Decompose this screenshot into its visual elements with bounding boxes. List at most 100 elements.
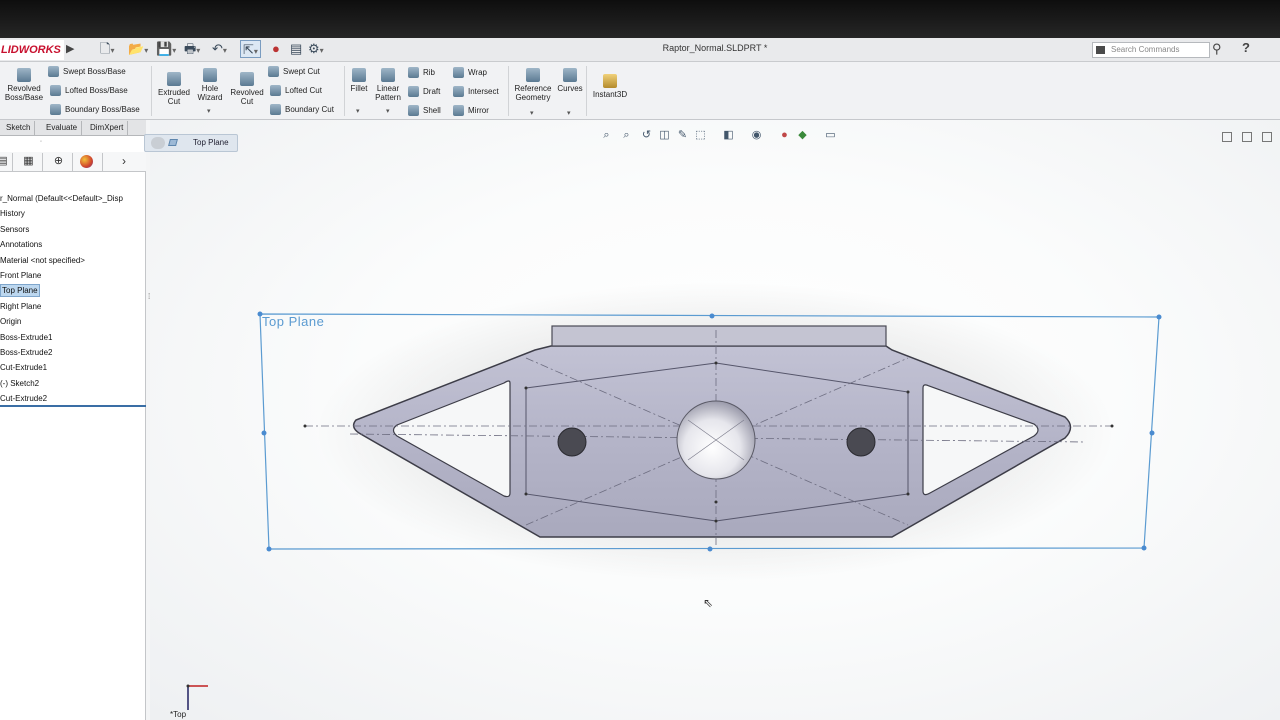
file-properties-icon[interactable]: ▤ (290, 40, 302, 58)
hide-show-items-icon[interactable]: ◉ (750, 128, 763, 142)
boundary-cut-button[interactable]: Boundary Cut (270, 103, 334, 117)
part-breadcrumb-icon (151, 137, 165, 149)
feature-tree-item[interactable]: Cut-Extrude2 (0, 392, 47, 405)
zoom-to-area-icon[interactable]: ⌕ (620, 128, 633, 142)
breadcrumb-label: Top Plane (193, 138, 229, 147)
feature-tree-item[interactable]: Cut-Extrude1 (0, 361, 47, 374)
mouse-cursor-icon: ⇖ (703, 596, 714, 610)
revolved-cut-icon (240, 72, 254, 86)
help-icon[interactable]: ? (1242, 40, 1250, 55)
part-flange[interactable] (551, 325, 887, 347)
save-icon[interactable]: 💾▾ (156, 40, 176, 58)
draft-button[interactable]: Draft (408, 85, 440, 99)
fillet-dropdown-icon[interactable]: ▾ (356, 107, 360, 115)
lofted-cut-button[interactable]: Lofted Cut (270, 84, 322, 98)
new-document-icon[interactable]: 🗋▾ (100, 40, 114, 58)
swept-boss-label: Swept Boss/Base (63, 67, 126, 76)
options-gear-icon[interactable]: ⚙▾ (308, 40, 324, 58)
feature-tree-item[interactable]: Right Plane (0, 300, 41, 313)
document-title: Raptor_Normal.SLDPRT * (662, 43, 768, 53)
open-document-icon[interactable]: 📂▾ (128, 40, 148, 58)
feature-tree-item[interactable]: Material <not specified> (0, 254, 85, 267)
feature-tree-item[interactable]: Front Plane (0, 269, 41, 282)
fillet-button[interactable]: Fillet (347, 68, 371, 93)
swept-cut-button[interactable]: Swept Cut (268, 65, 320, 79)
wrap-icon (453, 67, 464, 79)
curves-button[interactable]: Curves (556, 68, 584, 93)
lofted-cut-icon (270, 85, 281, 97)
revolved-cut-button[interactable]: Revolved Cut (228, 72, 266, 106)
search-scope-icon (1096, 46, 1105, 54)
tab-evaluate[interactable]: Evaluate (42, 121, 83, 136)
tab-dimxpert[interactable]: DimXpert (86, 121, 129, 136)
fillet-label: Fillet (350, 84, 368, 93)
rebuild-icon[interactable]: ● (272, 40, 280, 58)
wrap-button[interactable]: Wrap (453, 66, 487, 80)
draft-label: Draft (423, 87, 441, 96)
left-mounting-hole[interactable] (557, 427, 587, 457)
view-settings-icon[interactable]: ▭ (824, 128, 837, 142)
dynamic-annotation-icon[interactable]: ✎ (676, 128, 689, 142)
mirror-label: Mirror (468, 106, 489, 115)
axis-triad[interactable] (186, 684, 209, 711)
feature-tree-item[interactable]: Top Plane (0, 284, 40, 298)
window-tile-icon[interactable] (1242, 132, 1252, 142)
property-manager-tab-icon[interactable]: ▦ (22, 155, 35, 168)
feature-tree-tab-icon[interactable]: ▤ (0, 155, 9, 168)
section-view-icon[interactable]: ◫ (658, 128, 671, 142)
hole-wizard-dropdown-icon[interactable]: ▾ (207, 107, 211, 115)
display-manager-tab-icon[interactable] (80, 155, 93, 168)
instant3d-label: Instant3D (592, 90, 628, 99)
select-pointer-icon[interactable]: ⇱▾ (240, 40, 261, 58)
chevron-right-icon[interactable]: › (122, 154, 126, 168)
mirror-button[interactable]: Mirror (453, 104, 489, 118)
configuration-manager-tab-icon[interactable]: ⊕ (52, 155, 65, 168)
rib-button[interactable]: Rib (408, 66, 435, 80)
apply-scene-icon[interactable]: ◆ (796, 128, 809, 142)
panel-grip-icon[interactable]: ◦ (40, 139, 42, 145)
tab-sketch[interactable]: Sketch (2, 121, 36, 136)
feature-tree-item[interactable]: Boss-Extrude2 (0, 346, 52, 359)
boundary-boss-icon (50, 104, 61, 116)
feature-tree-item[interactable]: Origin (0, 315, 21, 328)
swept-boss-button[interactable]: Swept Boss/Base (48, 65, 126, 79)
undo-icon[interactable]: ↶▾ (212, 40, 227, 58)
boundary-boss-button[interactable]: Boundary Boss/Base (50, 103, 140, 117)
ribbon-separator (508, 66, 509, 116)
feature-tree-item[interactable]: r_Normal (Default<<Default>_Disp (0, 192, 123, 205)
feature-tree-item[interactable]: (-) Sketch2 (0, 377, 39, 390)
graphics-area[interactable] (150, 120, 1280, 720)
zoom-to-fit-icon[interactable]: ⌕ (600, 128, 613, 142)
display-style-icon[interactable]: ◧ (722, 128, 735, 142)
edit-appearance-icon[interactable]: ● (778, 128, 791, 142)
instant3d-button[interactable]: Instant3D (589, 74, 631, 99)
view-orientation-icon[interactable]: ⬚ (694, 128, 707, 142)
reference-geometry-dropdown-icon[interactable]: ▾ (530, 109, 534, 117)
feature-tree-item[interactable]: Annotations (0, 238, 42, 251)
linear-pattern-dropdown-icon[interactable]: ▾ (386, 107, 390, 115)
linear-pattern-button[interactable]: Linear Pattern (372, 68, 404, 102)
window-close-icon[interactable] (1262, 132, 1272, 142)
feature-tree-item[interactable]: History (0, 207, 25, 220)
window-restore-icon[interactable] (1222, 132, 1232, 142)
lofted-boss-button[interactable]: Lofted Boss/Base (50, 84, 128, 98)
intersect-button[interactable]: Intersect (453, 85, 499, 99)
rollback-bar[interactable] (0, 405, 146, 407)
reference-geometry-button[interactable]: Reference Geometry (512, 68, 554, 102)
feature-tree-item[interactable]: Sensors (0, 223, 29, 236)
shell-button[interactable]: Shell (408, 104, 441, 118)
extruded-cut-label: Extruded Cut (157, 88, 191, 106)
previous-view-icon[interactable]: ↺ (640, 128, 653, 142)
menu-expand-arrow-icon[interactable]: ▶ (66, 42, 74, 55)
print-icon[interactable]: 🖶▾ (184, 40, 200, 58)
solidworks-logo[interactable]: LIDWORKS (0, 40, 64, 60)
hole-wizard-button[interactable]: Hole Wizard (192, 68, 228, 102)
search-commands-input[interactable]: Search Commands (1092, 42, 1210, 58)
curves-dropdown-icon[interactable]: ▾ (567, 109, 571, 117)
right-mounting-hole[interactable] (846, 427, 876, 457)
revolved-boss-button[interactable]: Revolved Boss/Base (4, 68, 44, 102)
search-icon[interactable]: ⚲ (1212, 41, 1222, 57)
extruded-cut-button[interactable]: Extruded Cut (155, 72, 193, 106)
feature-tree-item[interactable]: Boss-Extrude1 (0, 331, 52, 344)
breadcrumb[interactable]: Top Plane (144, 134, 238, 152)
